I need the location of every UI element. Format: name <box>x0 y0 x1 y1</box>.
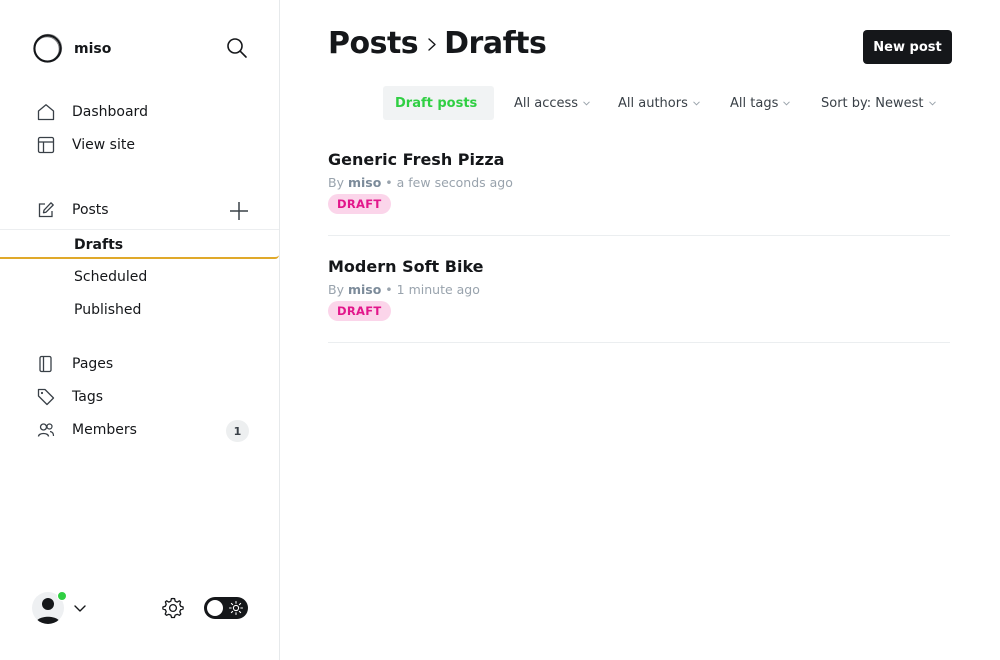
filter-tags-label: All tags <box>730 95 779 111</box>
tag-icon <box>37 388 55 406</box>
nav-drafts-label: Drafts <box>74 237 124 253</box>
nav-tags[interactable]: Tags <box>0 383 279 411</box>
post-time: • a few seconds ago <box>385 175 513 190</box>
filter-sort[interactable]: Sort by: Newest <box>809 86 948 120</box>
nav-posts-drafts[interactable]: Drafts <box>0 229 279 259</box>
list-item[interactable]: Modern Soft Bike By miso • 1 minute ago … <box>328 257 950 343</box>
breadcrumb-parent[interactable]: Posts <box>328 26 419 61</box>
nav-posts-label: Posts <box>72 202 109 218</box>
filter-authors-label: All authors <box>618 95 688 111</box>
filter-access[interactable]: All access <box>502 86 602 120</box>
caret-down-icon <box>583 100 590 106</box>
nav-view-site[interactable]: View site <box>0 131 279 159</box>
post-time: • 1 minute ago <box>385 282 480 297</box>
filter-sort-label: Sort by: Newest <box>821 95 924 111</box>
circle-logo-icon <box>33 33 63 63</box>
nav-dashboard-label: Dashboard <box>72 104 148 120</box>
chevron-right-icon <box>428 37 436 51</box>
gear-icon[interactable] <box>161 596 185 620</box>
caret-down-icon <box>783 100 791 106</box>
post-by: By <box>328 282 344 297</box>
pencil-square-icon <box>37 201 55 219</box>
nav-published-label: Published <box>74 302 142 318</box>
search-icon[interactable] <box>226 37 248 59</box>
status-badge: DRAFT <box>328 194 391 214</box>
filter-tags[interactable]: All tags <box>718 86 802 120</box>
nav-dashboard[interactable]: Dashboard <box>0 98 279 126</box>
post-meta: By miso • 1 minute ago <box>328 282 480 297</box>
nav-pages[interactable]: Pages <box>0 350 279 378</box>
post-author: miso <box>347 175 382 190</box>
home-icon <box>37 103 55 121</box>
users-icon <box>37 421 55 439</box>
sidebar: miso Dashboard View site Posts Drafts Sc… <box>0 0 280 660</box>
theme-toggle[interactable] <box>204 597 248 619</box>
page-icon <box>37 355 55 373</box>
nav-scheduled-label: Scheduled <box>74 269 148 285</box>
status-badge: DRAFT <box>328 301 391 321</box>
post-title[interactable]: Modern Soft Bike <box>328 257 484 276</box>
nav-view-site-label: View site <box>72 137 135 153</box>
filter-type[interactable]: Draft posts <box>383 86 494 120</box>
site-name: miso <box>74 40 112 57</box>
caret-down-icon <box>693 100 700 106</box>
nav-members-label: Members <box>72 422 137 438</box>
breadcrumb-current: Drafts <box>444 26 547 61</box>
nav-posts-scheduled[interactable]: Scheduled <box>0 262 279 292</box>
filter-type-label: Draft posts <box>395 95 478 111</box>
chevron-down-icon[interactable] <box>72 600 88 616</box>
new-post-button[interactable]: New post <box>863 30 952 64</box>
sun-icon <box>228 600 244 616</box>
post-meta: By miso • a few seconds ago <box>328 175 513 190</box>
toggle-knob <box>207 600 223 616</box>
nav-tags-label: Tags <box>72 389 103 405</box>
nav-pages-label: Pages <box>72 356 114 372</box>
post-author: miso <box>347 282 382 297</box>
post-by: By <box>328 175 344 190</box>
list-item[interactable]: Generic Fresh Pizza By miso • a few seco… <box>328 150 950 236</box>
post-title[interactable]: Generic Fresh Pizza <box>328 150 504 169</box>
browser-layout-icon <box>37 136 55 154</box>
caret-down-icon <box>928 100 936 106</box>
filter-authors[interactable]: All authors <box>606 86 712 120</box>
online-status-dot <box>57 591 67 601</box>
brand[interactable]: miso <box>32 33 111 64</box>
page-title: Posts Drafts <box>328 26 547 61</box>
nav-posts-published[interactable]: Published <box>0 295 279 325</box>
filter-access-label: All access <box>514 95 579 111</box>
plus-icon[interactable] <box>228 200 250 222</box>
members-count-badge: 1 <box>226 420 249 442</box>
